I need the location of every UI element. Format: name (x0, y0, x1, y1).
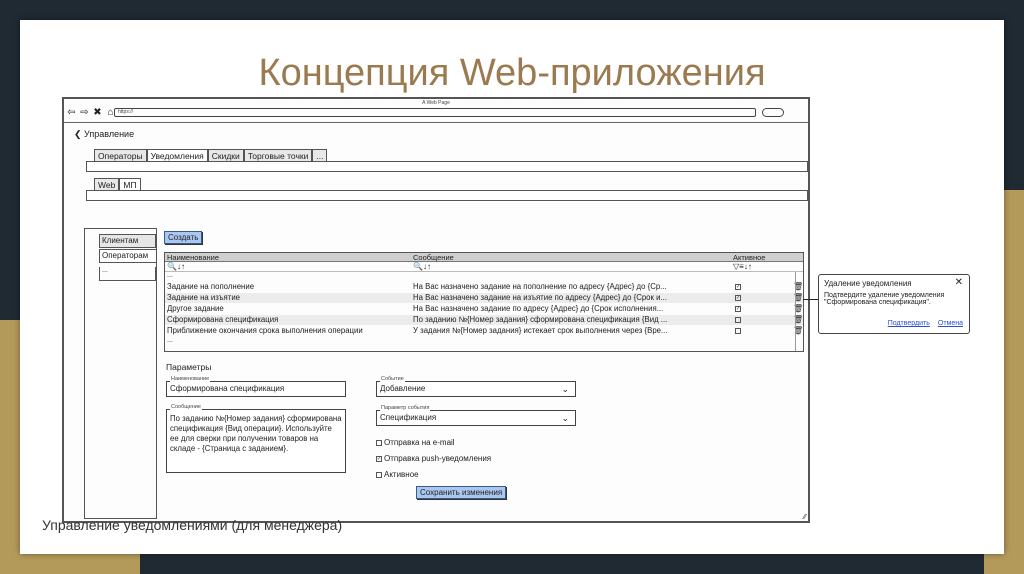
resize-grip-icon[interactable]: ⁄⁄ (804, 514, 806, 521)
params-title: Параметры (166, 362, 212, 372)
option-email[interactable]: Отправка на e-mail (376, 438, 455, 447)
option-active-label: Активное (384, 470, 419, 479)
checkbox-icon[interactable]: ✓ (376, 455, 382, 462)
save-button[interactable]: Сохранить изменения (416, 486, 507, 499)
url-input[interactable]: https:// (114, 108, 756, 117)
event-param-select[interactable]: Спецификация ⌄ (376, 410, 576, 426)
column-header-active[interactable]: Активное (733, 253, 765, 262)
event-value: Добавление (380, 384, 426, 393)
tab-mp[interactable]: МП (119, 178, 141, 190)
connector-arrow (803, 299, 819, 300)
browser-search-pill[interactable] (762, 108, 784, 117)
browser-window: A Web Page ⇦ ⇨ ✖ ⌂ https:// ❮ Управление… (62, 97, 810, 523)
back-label: Управление (84, 129, 135, 139)
back-link[interactable]: ❮ Управление (74, 129, 134, 140)
top-tab-content (86, 161, 808, 172)
name-field[interactable]: Сформирована спецификация (166, 381, 346, 397)
search-sort-icon[interactable]: 🔍↓↑ (167, 262, 185, 271)
event-param-value: Спецификация (380, 413, 437, 422)
option-email-label: Отправка на e-mail (384, 438, 455, 447)
option-push-label: Отправка push-уведомления (384, 454, 492, 463)
sidebar-item-operators[interactable]: Операторам (99, 249, 156, 263)
tab-stores[interactable]: Торговые точки (243, 149, 313, 161)
divider (64, 122, 808, 123)
table-row[interactable]: Задание на пополнение На Вас назначено з… (165, 282, 803, 292)
chevron-down-icon: ⌄ (561, 384, 569, 394)
column-header-message[interactable]: Сообщение (413, 253, 454, 262)
confirm-link[interactable]: Подтвердить (888, 320, 930, 327)
filter-row: 🔍↓↑ 🔍↓↑ ▽≡↓↑ (165, 262, 803, 272)
cell-name: Задание на пополнение (167, 282, 255, 291)
checkbox-icon[interactable]: ✓ (735, 306, 741, 312)
close-icon[interactable]: ✕ (955, 277, 963, 288)
checkbox-icon[interactable] (735, 317, 741, 323)
event-label: Событие (380, 376, 405, 382)
table-header: Наименование Сообщение Активное (165, 253, 803, 262)
checkbox-icon[interactable]: ✓ (735, 295, 741, 301)
checkbox-icon[interactable] (376, 471, 382, 478)
cell-name: Приближение окончания срока выполнения о… (167, 326, 363, 335)
cell-name: Сформирована спецификация (167, 315, 279, 324)
sub-tab-content (86, 190, 808, 201)
back-arrow-icon[interactable]: ⇦ (66, 107, 77, 119)
sub-tabs: Web МП (94, 178, 141, 190)
tab-notifications[interactable]: Уведомления (146, 149, 208, 161)
tab-discounts[interactable]: Скидки (207, 149, 244, 161)
dialog-text: Подтвердите удаление уведомления "Сформи… (824, 292, 945, 306)
table-row[interactable]: Сформирована спецификация По заданию №{Н… (165, 315, 803, 325)
tab-web[interactable]: Web (94, 178, 120, 190)
create-button[interactable]: Создать (164, 231, 203, 244)
table-scrollbar[interactable] (795, 272, 803, 351)
close-icon[interactable]: ✖ (92, 107, 103, 119)
notifications-table: Наименование Сообщение Активное 🔍↓↑ 🔍↓↑ … (164, 252, 804, 352)
cancel-link[interactable]: Отмена (938, 320, 963, 327)
cell-name: Задание на изъятие (167, 293, 241, 302)
cell-name: Другое задание (167, 304, 224, 313)
name-field-label: Наименование (170, 376, 211, 382)
cell-message: По заданию №{Номер задания} сформирована… (413, 315, 668, 324)
column-header-name[interactable]: Наименование (167, 253, 219, 262)
top-tabs: Операторы Уведомления Скидки Торговые то… (94, 149, 328, 161)
table-row[interactable]: Задание на изъятие На Вас назначено зада… (165, 293, 803, 303)
sidebar-item-clients[interactable]: Клиентам (99, 234, 156, 248)
message-field-label: Сообщение (170, 404, 202, 410)
forward-arrow-icon[interactable]: ⇨ (79, 107, 90, 119)
cell-message: На Вас назначено задание на пополнение п… (413, 282, 667, 291)
filter-sort-icon[interactable]: ▽≡↓↑ (733, 262, 752, 271)
slide: Концепция Web-приложения A Web Page ⇦ ⇨ … (20, 20, 1004, 554)
checkbox-icon[interactable] (376, 439, 382, 446)
sidebar-more[interactable]: ... (99, 267, 156, 281)
table-row[interactable]: Приближение окончания срока выполнения о… (165, 326, 803, 336)
ellipsis: ... (167, 337, 173, 344)
slide-title: Концепция Web-приложения (258, 52, 766, 94)
cell-message: У задания №{Номер задания} истекает срок… (413, 326, 668, 335)
dialog-actions: Подтвердить Отмена (888, 320, 963, 327)
sidebar: Клиентам Операторам ... (84, 228, 156, 519)
tab-operators[interactable]: Операторы (94, 149, 147, 161)
tab-more[interactable]: ... (312, 149, 328, 161)
event-param-label: Параметр события (380, 405, 431, 411)
ellipsis: ... (167, 272, 173, 279)
table-row[interactable]: Другое задание На Вас назначено задание … (165, 304, 803, 314)
cell-message: На Вас назначено задание на изъятие по а… (413, 293, 667, 302)
delete-dialog: Удаление уведомления ✕ Подтвердите удале… (818, 274, 970, 334)
chevron-left-icon: ❮ (74, 129, 85, 139)
chevron-down-icon: ⌄ (561, 413, 569, 423)
dialog-title: Удаление уведомления (824, 279, 912, 288)
cell-message: На Вас назначено задание по адресу {Адре… (413, 304, 664, 313)
checkbox-icon[interactable] (735, 328, 741, 334)
event-select[interactable]: Добавление ⌄ (376, 381, 576, 397)
checkbox-icon[interactable]: ✓ (735, 284, 741, 290)
option-active[interactable]: Активное (376, 470, 419, 479)
option-push[interactable]: ✓ Отправка push-уведомления (376, 454, 491, 463)
slide-caption: Управление уведомлениями (для менеджера) (42, 517, 343, 533)
message-field[interactable]: По заданию №{Номер задания} сформирована… (166, 409, 346, 473)
search-sort-icon[interactable]: 🔍↓↑ (413, 262, 431, 271)
